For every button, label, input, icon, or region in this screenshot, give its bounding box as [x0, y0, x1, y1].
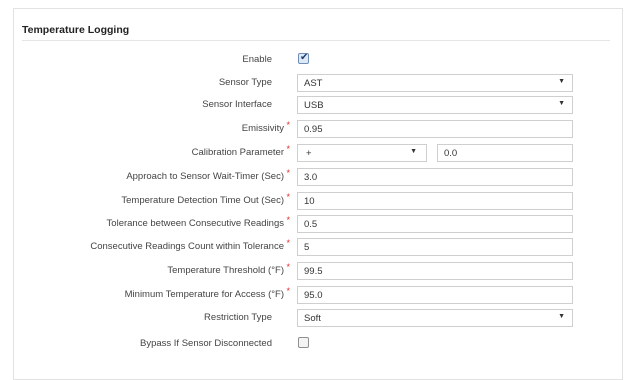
sensor-type-label: Sensor Type — [218, 77, 272, 88]
tolerance-input[interactable]: 0.5 — [297, 215, 573, 233]
row-bypass: Bypass If Sensor Disconnected — [0, 335, 628, 355]
emissivity-input[interactable]: 0.95 — [297, 120, 573, 138]
row-threshold: Temperature Threshold (°F) * 99.5 — [0, 262, 628, 282]
sensor-interface-label: Sensor Interface — [202, 99, 272, 110]
restriction-type-label: Restriction Type — [204, 312, 272, 323]
row-sensor-interface: Sensor Interface USB ▼ — [0, 96, 628, 116]
row-min-temp: Minimum Temperature for Access (°F) * 95… — [0, 286, 628, 306]
wait-timer-input[interactable]: 3.0 — [297, 168, 573, 186]
min-temp-label: Minimum Temperature for Access (°F) — [124, 289, 284, 300]
threshold-label: Temperature Threshold (°F) — [167, 265, 284, 276]
bypass-checkbox[interactable] — [298, 337, 309, 348]
sensor-type-select[interactable]: AST ▼ — [297, 74, 573, 92]
check-icon: ✔ — [300, 52, 309, 63]
detection-timeout-label: Temperature Detection Time Out (Sec) — [121, 195, 284, 206]
required-marker: * — [286, 192, 290, 202]
readings-count-input[interactable]: 5 — [297, 238, 573, 256]
row-calibration: Calibration Parameter * + ▼ 0.0 — [0, 144, 628, 164]
chevron-down-icon: ▼ — [410, 148, 417, 155]
calibration-sign-select[interactable]: + ▼ — [297, 144, 427, 162]
tolerance-label: Tolerance between Consecutive Readings — [106, 218, 284, 229]
calibration-sign-value: + — [306, 148, 312, 159]
threshold-input[interactable]: 99.5 — [297, 262, 573, 280]
restriction-type-value: Soft — [304, 313, 321, 324]
row-tolerance: Tolerance between Consecutive Readings *… — [0, 215, 628, 235]
restriction-type-select[interactable]: Soft ▼ — [297, 309, 573, 327]
bypass-label: Bypass If Sensor Disconnected — [139, 338, 272, 349]
wait-timer-label: Approach to Sensor Wait-Timer (Sec) — [126, 171, 284, 182]
min-temp-input[interactable]: 95.0 — [297, 286, 573, 304]
section-divider — [22, 40, 610, 41]
required-marker: * — [286, 168, 290, 178]
chevron-down-icon: ▼ — [558, 78, 565, 85]
row-restriction-type: Restriction Type Soft ▼ — [0, 309, 628, 329]
required-marker: * — [286, 238, 290, 248]
readings-count-label: Consecutive Readings Count within Tolera… — [90, 241, 284, 252]
row-emissivity: Emissivity * 0.95 — [0, 120, 628, 140]
sensor-interface-value: USB — [304, 100, 324, 111]
row-sensor-type: Sensor Type AST ▼ — [0, 74, 628, 94]
detection-timeout-input[interactable]: 10 — [297, 192, 573, 210]
section-title: Temperature Logging — [22, 24, 130, 36]
row-enable: Enable ✔ — [0, 51, 628, 71]
calibration-value-input[interactable]: 0.0 — [437, 144, 573, 162]
emissivity-label: Emissivity — [241, 123, 284, 134]
row-readings-count: Consecutive Readings Count within Tolera… — [0, 238, 628, 258]
row-wait-timer: Approach to Sensor Wait-Timer (Sec) * 3.… — [0, 168, 628, 188]
required-marker: * — [286, 262, 290, 272]
required-marker: * — [286, 144, 290, 154]
row-detection-timeout: Temperature Detection Time Out (Sec) * 1… — [0, 192, 628, 212]
enable-checkbox[interactable]: ✔ — [298, 52, 309, 64]
calibration-label: Calibration Parameter — [191, 147, 284, 158]
chevron-down-icon: ▼ — [558, 313, 565, 320]
enable-label: Enable — [242, 54, 272, 65]
chevron-down-icon: ▼ — [558, 100, 565, 107]
required-marker: * — [286, 286, 290, 296]
required-marker: * — [286, 215, 290, 225]
sensor-type-value: AST — [304, 78, 323, 89]
sensor-interface-select[interactable]: USB ▼ — [297, 96, 573, 114]
required-marker: * — [286, 120, 290, 130]
